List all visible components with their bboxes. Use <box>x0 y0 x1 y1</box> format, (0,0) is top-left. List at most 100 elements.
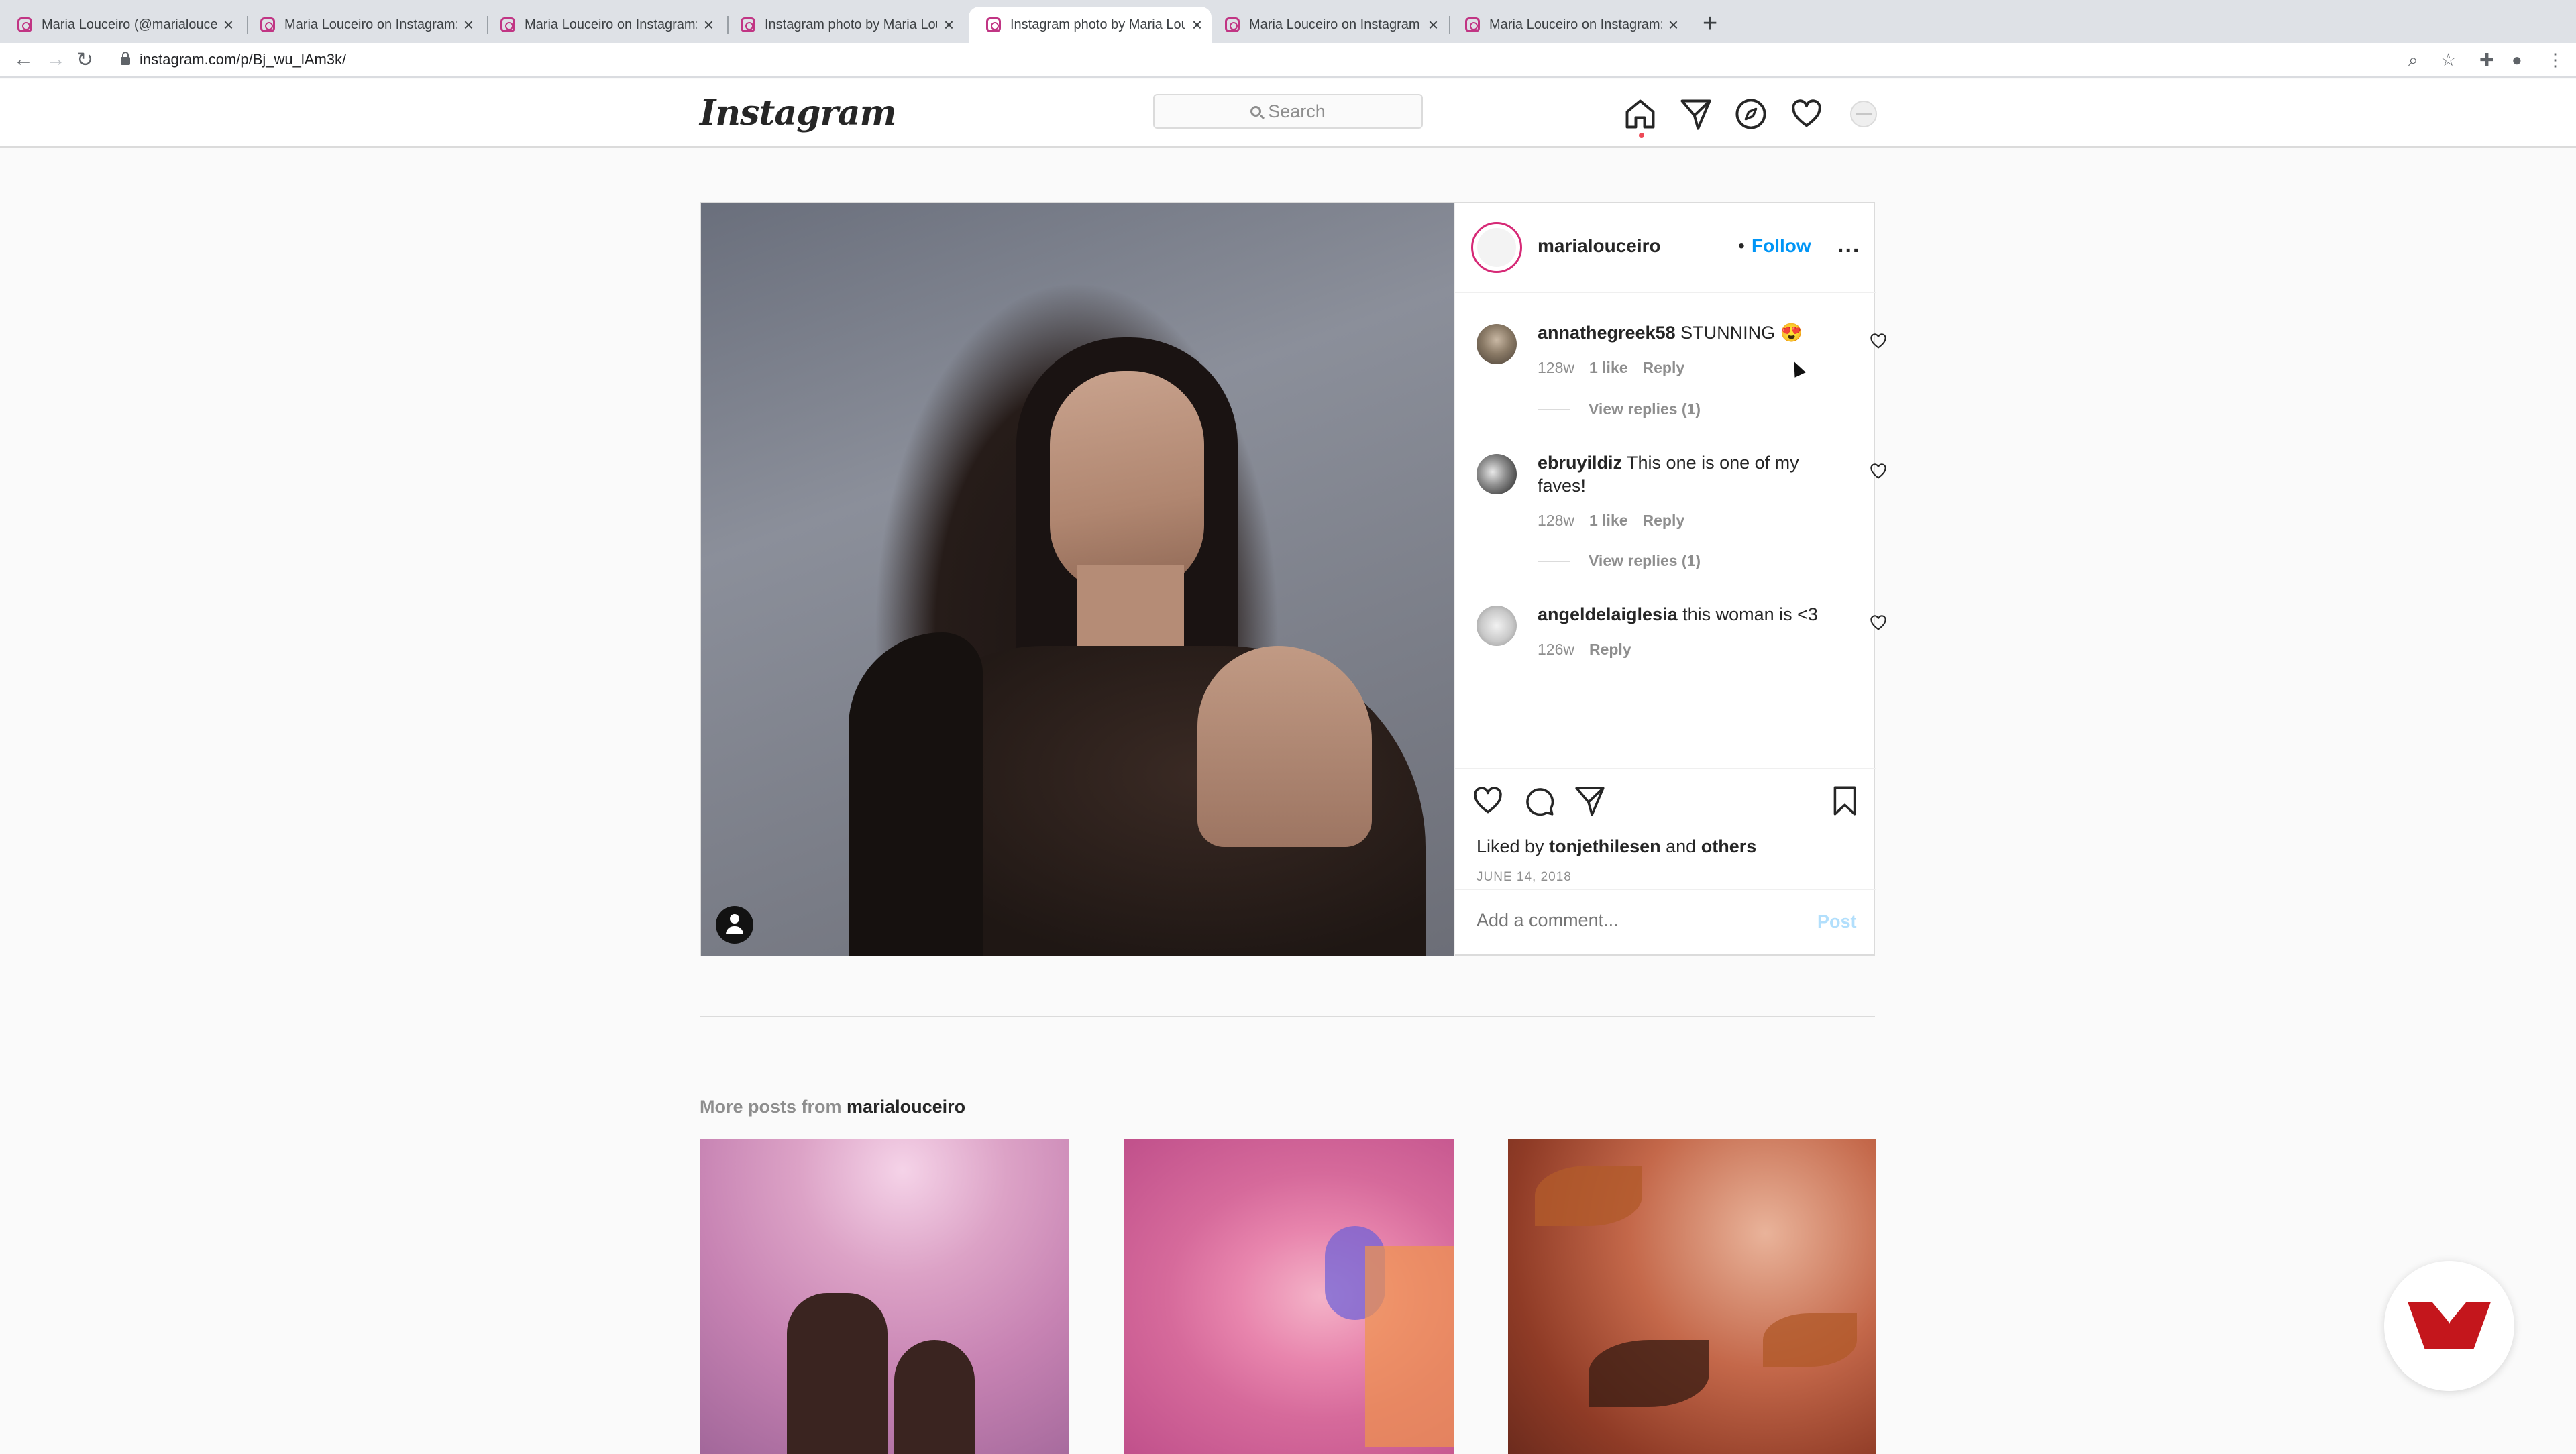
search-placeholder: Search <box>1268 101 1326 121</box>
search-box[interactable]: Search <box>1153 94 1423 129</box>
zoom-icon[interactable]: ⌕ <box>2408 50 2418 71</box>
direct-icon[interactable] <box>1678 97 1713 131</box>
author-avatar[interactable] <box>1471 222 1522 273</box>
close-tab-icon[interactable]: × <box>1668 15 1678 36</box>
more-post-thumbnail[interactable] <box>1124 1139 1454 1454</box>
instagram-favicon-icon <box>1225 17 1240 32</box>
liked-by-user[interactable]: tonjethilesen <box>1549 836 1661 856</box>
instagram-favicon-icon <box>986 17 1001 32</box>
close-tab-icon[interactable]: × <box>464 15 474 36</box>
close-tab-icon[interactable]: × <box>1192 15 1202 36</box>
commenter-avatar[interactable] <box>1477 606 1517 646</box>
comment-bubble-icon[interactable] <box>1522 784 1556 818</box>
comment-age[interactable]: 128w <box>1538 512 1574 529</box>
share-icon[interactable] <box>1573 784 1607 818</box>
close-tab-icon[interactable]: × <box>1428 15 1438 36</box>
author-username[interactable]: marialouceiro <box>1538 235 1661 257</box>
post-card: marialouceiro • Follow ... annathegreek5… <box>700 202 1886 956</box>
more-options-icon[interactable]: ... <box>1837 233 1860 256</box>
profile-avatar[interactable] <box>1850 101 1877 127</box>
view-replies-label: View replies (1) <box>1589 552 1701 569</box>
comment-age[interactable]: 126w <box>1538 640 1574 658</box>
browser-tab[interactable]: Maria Louceiro on Instagram: " × <box>1448 7 1688 43</box>
tagged-user-icon[interactable] <box>716 906 753 944</box>
profile-icon[interactable]: ● <box>2512 50 2522 70</box>
notification-dot <box>1639 133 1644 138</box>
more-posts-user[interactable]: marialouceiro <box>847 1097 965 1117</box>
floating-app-logo-button[interactable] <box>2384 1261 2514 1391</box>
post-photo[interactable] <box>701 203 1454 956</box>
add-comment-input[interactable] <box>1477 910 1792 931</box>
extensions-puzzle-icon[interactable]: ✚ <box>2479 50 2494 70</box>
comment-text: annathegreek58 STUNNING 😍 <box>1538 321 1833 344</box>
comment-like-heart-icon[interactable] <box>1869 332 1888 351</box>
search-icon <box>1250 106 1262 117</box>
home-icon[interactable] <box>1623 97 1658 131</box>
forward-icon[interactable]: → <box>46 48 66 71</box>
photo-subject-face <box>1050 371 1204 592</box>
browser-tab[interactable]: Maria Louceiro on Instagram: " × <box>243 7 483 43</box>
commenter-username[interactable]: angeldelaiglesia <box>1538 604 1678 624</box>
view-replies-label: View replies (1) <box>1589 400 1701 418</box>
post-comment-button[interactable]: Post <box>1817 911 1857 932</box>
view-replies-button[interactable]: View replies (1) <box>1538 552 1701 570</box>
back-icon[interactable]: ← <box>13 48 34 71</box>
commenter-username[interactable]: annathegreek58 <box>1538 323 1676 343</box>
thumb-leaf <box>1589 1340 1709 1407</box>
more-post-thumbnail[interactable] <box>700 1139 1069 1454</box>
address-bar: ← → ↻ instagram.com/p/Bj_wu_lAm3k/ ⌕ ☆ ✚… <box>0 43 2576 78</box>
reply-button[interactable]: Reply <box>1589 640 1631 658</box>
browser-tab[interactable]: Instagram photo by Maria Louceiro × <box>723 7 963 43</box>
bookmark-star-icon[interactable]: ☆ <box>2440 50 2456 70</box>
new-tab-button[interactable]: + <box>1703 9 1717 38</box>
more-posts-heading: More posts from marialouceiro <box>700 1097 965 1117</box>
replies-line <box>1538 408 1570 410</box>
thumb-leaf <box>1535 1166 1642 1226</box>
reply-button[interactable]: Reply <box>1643 359 1685 376</box>
thumb-light-flare <box>1365 1246 1454 1447</box>
post-date[interactable]: JUNE 14, 2018 <box>1477 870 1572 885</box>
commenter-username[interactable]: ebruyildiz <box>1538 453 1622 473</box>
comment-like-heart-icon[interactable] <box>1869 614 1888 632</box>
comment-age[interactable]: 128w <box>1538 359 1574 376</box>
close-tab-icon[interactable]: × <box>223 15 233 36</box>
instagram-favicon-icon <box>260 17 275 32</box>
more-post-thumbnail[interactable] <box>1508 1139 1876 1454</box>
close-tab-icon[interactable]: × <box>704 15 714 36</box>
browser-tab[interactable]: Maria Louceiro on Instagram: " × <box>483 7 723 43</box>
follow-button[interactable]: Follow <box>1752 235 1811 257</box>
comment-meta: 128w 1 like Reply <box>1538 359 1699 377</box>
thumb-figure <box>894 1340 975 1454</box>
url-field[interactable]: instagram.com/p/Bj_wu_lAm3k/ <box>121 51 346 68</box>
reload-icon[interactable]: ↻ <box>76 48 93 72</box>
like-heart-icon[interactable] <box>1471 784 1505 818</box>
explore-icon[interactable] <box>1733 97 1768 131</box>
instagram-header: Instagram Search <box>0 79 2576 148</box>
comment-likes[interactable]: 1 like <box>1589 512 1628 529</box>
liked-by-others[interactable]: others <box>1701 836 1757 856</box>
replies-line <box>1538 560 1570 562</box>
browser-tab-bar: Maria Louceiro (@marialouceiro) • Instag… <box>0 0 2576 43</box>
close-tab-icon[interactable]: × <box>944 15 954 36</box>
liked-by-prefix: Liked by <box>1477 836 1544 856</box>
comment-item: annathegreek58 STUNNING 😍 128w 1 like Repl… <box>1455 321 1876 442</box>
activity-heart-icon[interactable] <box>1789 97 1824 131</box>
browser-tab-active[interactable]: Instagram photo by Maria Louceiro × <box>969 7 1212 43</box>
browser-tab[interactable]: Maria Louceiro (@marialouceiro) • Instag… <box>0 7 243 43</box>
add-comment-section: Post <box>1455 889 1876 956</box>
commenter-avatar[interactable] <box>1477 324 1517 364</box>
save-bookmark-icon[interactable] <box>1828 784 1862 818</box>
more-posts-label: More posts from <box>700 1097 842 1117</box>
tab-title: Maria Louceiro on Instagram: " <box>1489 17 1662 32</box>
browser-tab[interactable]: Maria Louceiro on Instagram: " × <box>1208 7 1448 43</box>
comment-likes[interactable]: 1 like <box>1589 359 1628 376</box>
reply-button[interactable]: Reply <box>1643 512 1685 529</box>
instagram-favicon-icon <box>500 17 515 32</box>
instagram-logo[interactable]: Instagram <box>700 93 897 133</box>
comment-meta: 128w 1 like Reply <box>1538 512 1699 530</box>
comment-like-heart-icon[interactable] <box>1869 462 1888 481</box>
browser-menu-icon[interactable]: ⋮ <box>2546 50 2564 70</box>
commenter-avatar[interactable] <box>1477 454 1517 494</box>
comment-item: angeldelaiglesia this woman is <3 126w Re… <box>1455 603 1876 677</box>
view-replies-button[interactable]: View replies (1) <box>1538 400 1701 418</box>
